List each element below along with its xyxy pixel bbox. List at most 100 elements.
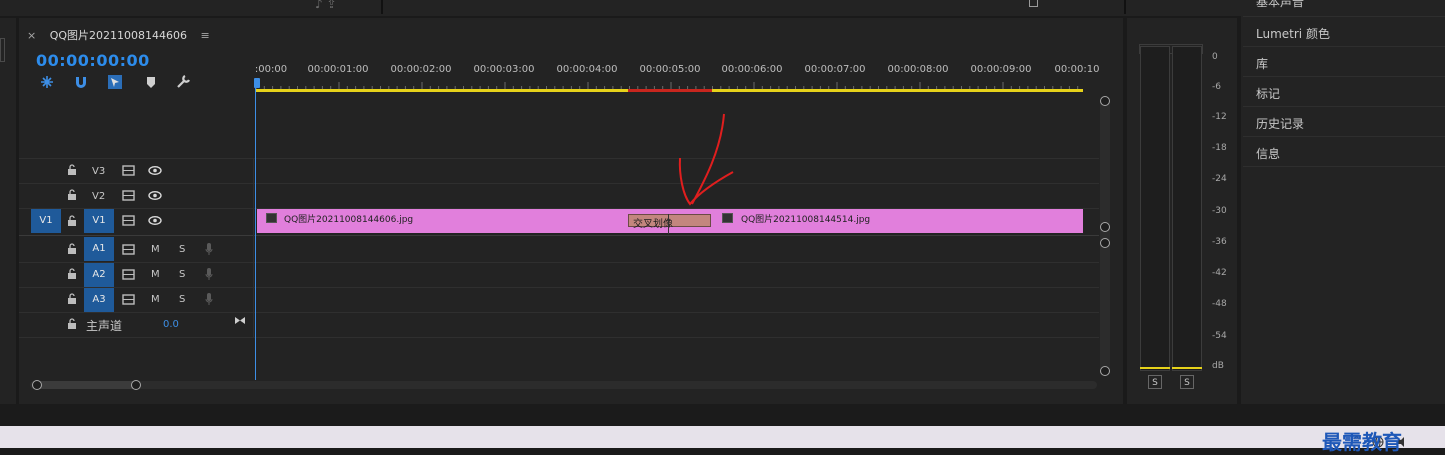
- db-label: dB: [1212, 361, 1224, 371]
- panel-item-libraries[interactable]: 库: [1256, 55, 1268, 72]
- zoom-handle-right[interactable]: [131, 380, 141, 390]
- left-tools-panel: [0, 18, 16, 404]
- top-panel-strip: ♪ ⇪: [0, 0, 1445, 16]
- meter-right-channel: [1172, 46, 1202, 371]
- solo-button[interactable]: S: [179, 269, 185, 280]
- solo-button[interactable]: S: [179, 294, 185, 305]
- ruler-tick-label: 00:00:03:00: [473, 64, 535, 75]
- track-name[interactable]: V2: [92, 191, 105, 202]
- db-label: -54: [1212, 331, 1227, 341]
- meter-left-channel: [1140, 46, 1170, 371]
- microphone-icon[interactable]: [205, 242, 213, 256]
- ripple-edit-icon[interactable]: [39, 74, 55, 90]
- eye-icon[interactable]: [148, 166, 162, 175]
- microphone-icon[interactable]: [205, 292, 213, 306]
- filmstrip-icon[interactable]: [122, 294, 135, 305]
- audio-export-icon[interactable]: ♪ ⇪: [315, 0, 337, 11]
- mute-button[interactable]: M: [151, 294, 160, 305]
- panel-item-lumetri-color[interactable]: Lumetri 颜色: [1256, 25, 1330, 42]
- panel-item-history[interactable]: 历史记录: [1256, 115, 1304, 132]
- master-volume-value[interactable]: 0.0: [163, 319, 179, 330]
- render-bar: [628, 89, 712, 92]
- lock-icon[interactable]: [67, 243, 77, 254]
- snap-icon[interactable]: [73, 74, 89, 90]
- microphone-icon[interactable]: [205, 267, 213, 281]
- cross-wipe-transition[interactable]: 交叉划像: [628, 214, 711, 230]
- export-frame-icon[interactable]: [1029, 0, 1038, 7]
- playhead-timecode[interactable]: 00:00:00:00: [36, 51, 150, 70]
- track-divider: [19, 337, 1099, 338]
- panel-item-info[interactable]: 信息: [1256, 145, 1280, 162]
- db-label: -48: [1212, 299, 1227, 309]
- tool-button[interactable]: [0, 38, 5, 62]
- panel-divider: [1243, 76, 1445, 77]
- track-target-a2[interactable]: A2: [84, 263, 114, 287]
- track-divider: [19, 287, 1099, 288]
- track-target-a1[interactable]: A1: [84, 237, 114, 261]
- sequence-tab[interactable]: × QQ图片20211008144606 ≡: [27, 27, 210, 43]
- solo-button[interactable]: S: [179, 244, 185, 255]
- ruler-tick-label: 00:00:01:00: [307, 64, 369, 75]
- ruler-tick-label: 00:00:06:00: [721, 64, 783, 75]
- filmstrip-icon[interactable]: [122, 269, 135, 280]
- track-name[interactable]: V3: [92, 166, 105, 177]
- header-divider: [253, 158, 254, 338]
- playhead-line: [255, 80, 256, 380]
- panel-item-markers[interactable]: 标记: [1256, 85, 1280, 102]
- db-label: -42: [1212, 268, 1227, 278]
- source-patch-v1[interactable]: V1: [31, 209, 61, 233]
- solo-right-button[interactable]: S: [1180, 375, 1194, 389]
- edit-point: [668, 214, 669, 234]
- solo-left-button[interactable]: S: [1148, 375, 1162, 389]
- panel-item-essential-sound[interactable]: 基本声音: [1256, 0, 1304, 10]
- mute-button[interactable]: M: [151, 244, 160, 255]
- vertical-scrollbar[interactable]: [1100, 98, 1110, 376]
- panel-divider: [1243, 16, 1445, 17]
- sequence-title: QQ图片20211008144606: [49, 29, 188, 42]
- filmstrip-icon[interactable]: [122, 190, 135, 201]
- track-target-v1[interactable]: V1: [84, 209, 114, 233]
- eye-icon[interactable]: [148, 191, 162, 200]
- filmstrip-icon[interactable]: [122, 165, 135, 176]
- lock-icon[interactable]: [67, 318, 77, 329]
- panel-divider: [1243, 166, 1445, 167]
- annotation-arrow: [678, 113, 734, 206]
- os-taskbar: ^: [0, 426, 1445, 448]
- status-bar: [0, 404, 1445, 426]
- scroll-handle[interactable]: [1100, 222, 1110, 232]
- marker-icon[interactable]: [143, 74, 159, 90]
- db-label: 0: [1212, 52, 1218, 62]
- meter-level-left: [1140, 367, 1170, 369]
- ruler-tick-label: :00:00: [254, 64, 288, 75]
- track-divider: [19, 183, 1099, 184]
- filmstrip-icon[interactable]: [122, 215, 135, 226]
- close-icon[interactable]: ×: [27, 29, 36, 42]
- ruler-tick-label: 00:00:08:00: [887, 64, 949, 75]
- scroll-handle[interactable]: [1100, 238, 1110, 248]
- lock-icon[interactable]: [67, 164, 77, 175]
- linked-selection-icon[interactable]: [107, 74, 123, 90]
- track-target-a3[interactable]: A3: [84, 288, 114, 312]
- fx-badge: [266, 213, 277, 223]
- zoom-handle-left[interactable]: [32, 380, 42, 390]
- scroll-handle-top[interactable]: [1100, 96, 1110, 106]
- lock-icon[interactable]: [67, 215, 77, 226]
- playhead-handle[interactable]: [254, 78, 260, 88]
- db-label: -6: [1212, 82, 1221, 92]
- keyframe-bowtie-icon[interactable]: [234, 316, 246, 325]
- horizontal-scroll-thumb[interactable]: [36, 381, 136, 389]
- wrench-icon[interactable]: [175, 74, 191, 90]
- lock-icon[interactable]: [67, 293, 77, 304]
- db-label: -36: [1212, 237, 1227, 247]
- lock-icon[interactable]: [67, 268, 77, 279]
- eye-icon[interactable]: [148, 216, 162, 225]
- menu-icon[interactable]: ≡: [201, 29, 210, 42]
- mute-button[interactable]: M: [151, 269, 160, 280]
- lock-icon[interactable]: [67, 189, 77, 200]
- scroll-handle-bottom[interactable]: [1100, 366, 1110, 376]
- db-label: -30: [1212, 206, 1227, 216]
- horizontal-scrollbar[interactable]: [30, 381, 1097, 389]
- filmstrip-icon[interactable]: [122, 244, 135, 255]
- track-divider: [19, 312, 1099, 313]
- ruler-tick-label: 00:00:10: [1054, 64, 1100, 75]
